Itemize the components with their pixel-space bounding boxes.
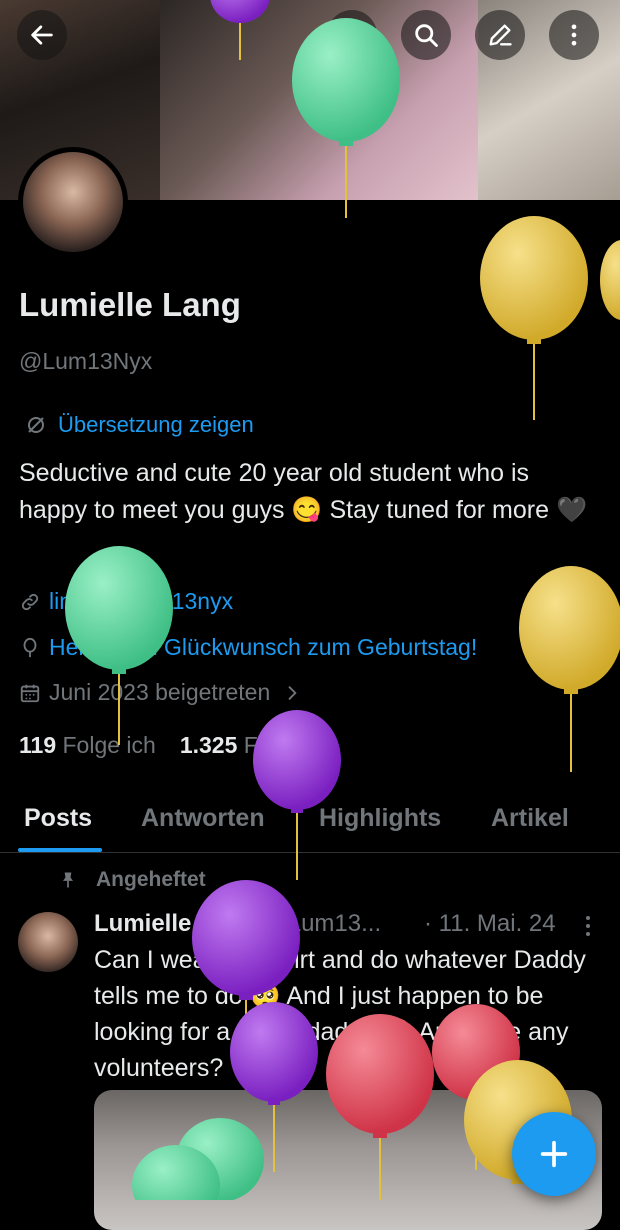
follow-stats: 119 Folge ich 1.325 Follower [19, 732, 331, 759]
pinned-label: Angeheftet [96, 868, 206, 891]
pin-icon [63, 872, 73, 888]
post-header: Lumielle Lang @Lum13... [94, 910, 381, 938]
plus-icon [540, 1140, 568, 1168]
more-button[interactable] [549, 10, 599, 60]
following-stat[interactable]: 119 Folge ich [19, 732, 156, 759]
link-icon [21, 593, 39, 610]
tab-articles[interactable]: Artikel [491, 804, 569, 833]
balloon [480, 216, 588, 420]
balloon [519, 566, 620, 772]
calendar-icon [20, 684, 40, 702]
profile-tabs: Posts Antworten Highlights Artikel [0, 790, 620, 853]
profile-name: Lumielle Lang [19, 286, 241, 323]
more-vertical-icon [571, 24, 577, 46]
profile-bio: Seductive and cute 20 year old student w… [19, 459, 588, 524]
post-author-avatar[interactable] [18, 912, 78, 972]
post-author-handle[interactable]: @Lum13... [263, 910, 381, 938]
balloon [600, 240, 620, 320]
translate-bio-link[interactable]: Übersetzung zeigen [24, 412, 254, 438]
pinned-indicator: Angeheftet [58, 868, 206, 892]
tab-posts[interactable]: Posts [24, 804, 92, 833]
followers-stat[interactable]: 1.325 Follower [180, 732, 331, 759]
followers-label: Follower [243, 732, 331, 758]
translate-icon [28, 417, 44, 433]
edit-button[interactable] [475, 10, 525, 60]
arrow-left-icon [31, 25, 53, 45]
following-label: Folge ich [62, 732, 156, 758]
tab-highlights[interactable]: Highlights [319, 804, 441, 833]
post-author-name[interactable]: Lumielle Lang [94, 910, 255, 938]
birthday-label: Herzlichen Glückwunsch zum Geburtstag! [49, 634, 478, 660]
search-icon [415, 24, 438, 47]
post-text: Can I wear this shirt and do whatever Da… [94, 946, 586, 1082]
profile-website[interactable]: linktr.ee/lum13nyx [19, 588, 233, 615]
search-button[interactable] [401, 10, 451, 60]
back-button[interactable] [17, 10, 67, 60]
avatar-image [23, 152, 123, 252]
profile-avatar[interactable] [18, 147, 128, 257]
balloon-icon [23, 637, 37, 657]
edit-icon [489, 24, 512, 46]
translate-icon [342, 25, 362, 45]
chevron-right-icon [288, 685, 297, 700]
profile-joined[interactable]: Juni 2023 beigetreten [19, 679, 302, 706]
profile-handle: @Lum13Nyx [19, 348, 153, 374]
profile-birthday[interactable]: Herzlichen Glückwunsch zum Geburtstag! [19, 634, 477, 661]
joined-label: Juni 2023 beigetreten [49, 679, 271, 705]
following-count: 119 [19, 732, 57, 758]
followers-count: 1.325 [179, 732, 238, 758]
post-more-icon[interactable] [576, 912, 600, 940]
website-label: linktr.ee/lum13nyx [49, 588, 234, 614]
tab-replies[interactable]: Antworten [141, 804, 265, 833]
active-tab-indicator [18, 848, 102, 852]
post-date[interactable]: · 11. Mai. 24 [424, 910, 556, 938]
translate-label: Übersetzung zeigen [58, 412, 254, 437]
translate-button[interactable] [327, 10, 377, 60]
compose-post-button[interactable] [512, 1112, 596, 1196]
